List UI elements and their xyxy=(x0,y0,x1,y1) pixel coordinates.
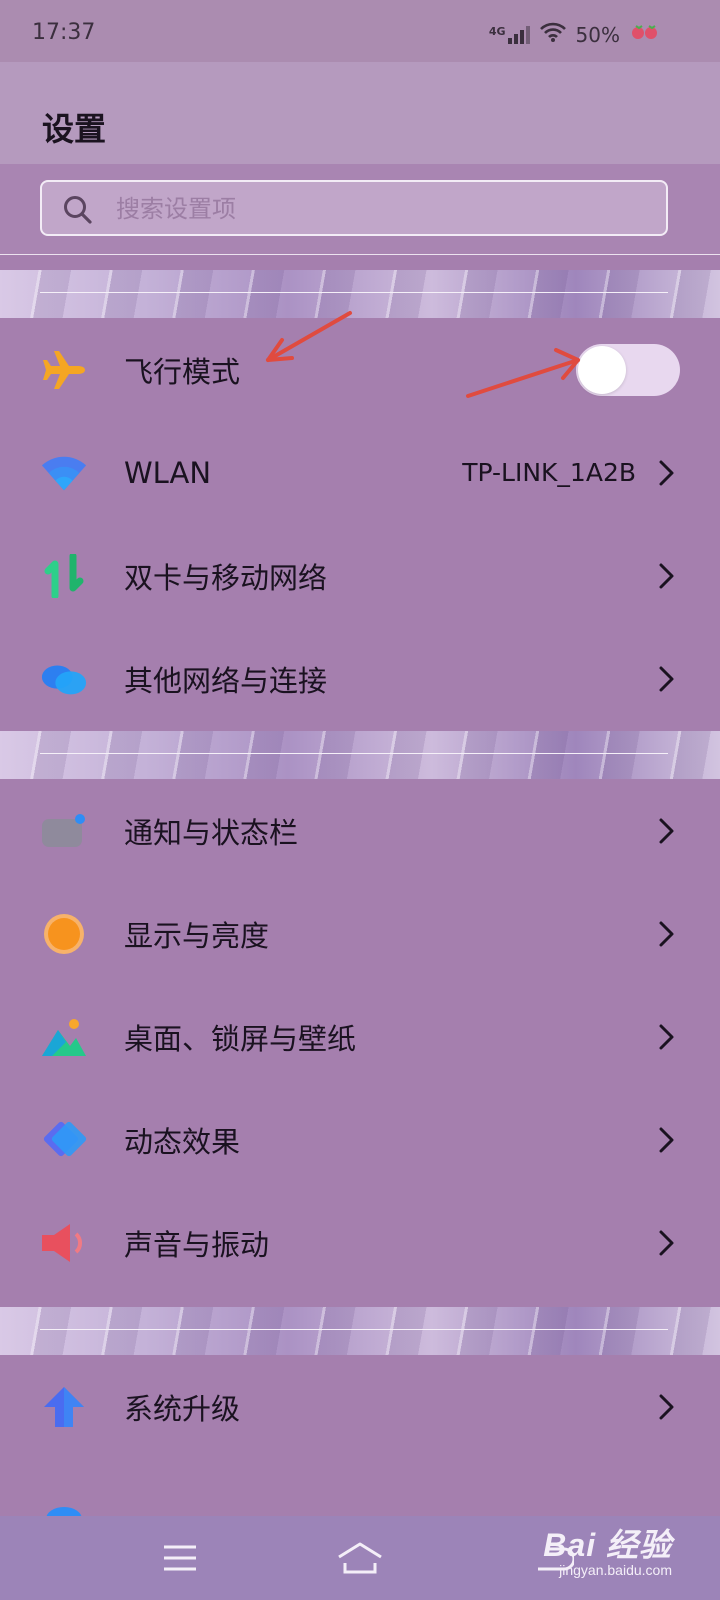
home-icon xyxy=(338,1542,382,1574)
watermark-url: jingyan.baidu.com xyxy=(559,1562,672,1578)
annotation-arrows xyxy=(266,311,580,398)
menu-icon xyxy=(164,1545,196,1571)
menu-button[interactable] xyxy=(156,1538,204,1578)
home-button[interactable] xyxy=(336,1538,384,1578)
watermark-logo: Bai 经验 xyxy=(543,1527,672,1563)
watermark: Bai 经验 jingyan.baidu.com xyxy=(543,1520,672,1578)
